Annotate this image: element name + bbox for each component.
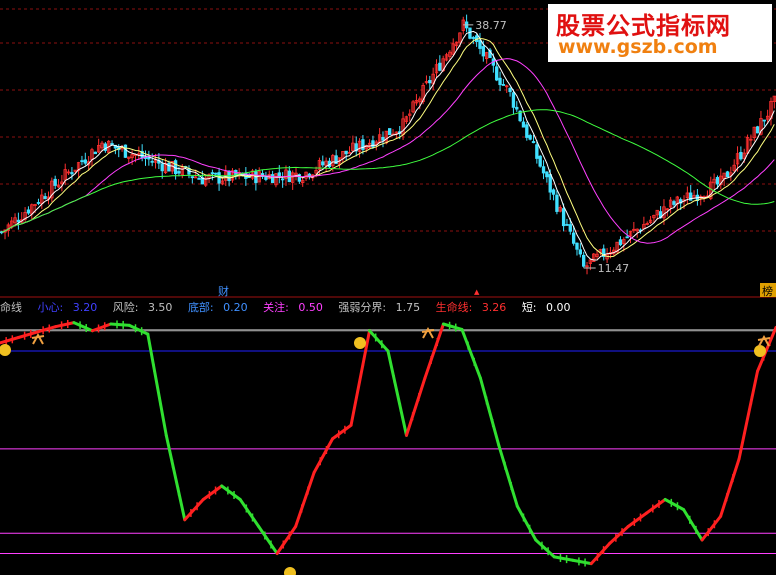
indicator-segment — [386, 349, 408, 437]
signal-face-icon — [754, 345, 766, 357]
legend-value: 0.00 — [546, 301, 571, 314]
indicator-segment — [238, 498, 261, 528]
indicator-segment — [571, 558, 593, 566]
indicator-segment — [201, 484, 224, 501]
indicator-segment — [109, 322, 131, 327]
indicator-segment — [497, 444, 519, 508]
indicator-segment — [275, 525, 298, 555]
legend-label: 强弱分界: — [338, 301, 387, 314]
signal-face-icon — [0, 344, 11, 356]
indicator-segment — [146, 332, 168, 437]
indicator-legend: 命线 小心: 3.20 风险: 3.50 底部: 0.20 关注: 0.50 强… — [0, 299, 583, 315]
indicator-segment — [682, 508, 704, 542]
legend-item-guanzhu: 关注: 0.50 — [263, 301, 329, 314]
legend-value: 3.26 — [481, 301, 507, 314]
legend-item-dibu: 底部: 0.20 — [188, 301, 254, 314]
legend-value: 0.20 — [223, 301, 248, 314]
legend-item-mingxian: 命线 — [0, 301, 28, 314]
indicator-segment — [534, 538, 556, 559]
legend-label: 底部: — [187, 301, 214, 314]
watermark-url: www.gszb.com — [558, 36, 718, 58]
legend-label: 命线 — [0, 301, 22, 314]
indicator-chart — [0, 320, 776, 575]
legend-value: 1.75 — [395, 301, 421, 314]
legend-value: 3.20 — [72, 301, 98, 314]
indicator-segment — [53, 321, 76, 329]
legend-label: 短: — [521, 301, 537, 314]
indicator-segment — [183, 498, 205, 522]
legend-item-xiaoxin: 小心: 3.20 — [38, 301, 104, 314]
legend-item-duan: 短: 0.00 — [522, 301, 577, 314]
indicator-segment — [719, 457, 741, 518]
legend-item-fengxian: 风险: 3.50 — [113, 301, 179, 314]
legend-item-qiangruo: 强弱分界: 1.75 — [338, 301, 426, 314]
indicator-segment — [441, 322, 464, 331]
signal-face-icon — [284, 567, 296, 575]
legend-value: 3.50 — [147, 301, 173, 314]
legend-label: 关注: — [263, 301, 289, 314]
chart-stage: 38.77 11.47 财 ▲ 榜 命线 小心: 3.20 风险: 3.50 底部: 0… — [0, 0, 776, 575]
indicator-segment — [626, 511, 649, 528]
indicator-segment — [645, 498, 667, 515]
indicator-segment — [663, 498, 686, 512]
indicator-segment — [478, 376, 501, 447]
legend-label: 小心: — [37, 301, 64, 314]
indicator-segment — [608, 525, 630, 545]
indicator-segment — [257, 525, 279, 555]
indicator-segment — [294, 471, 316, 528]
legend-label: 风险: — [112, 301, 139, 314]
indicator-segment — [737, 369, 760, 461]
indicator-segment — [700, 514, 723, 542]
watermark-logo: 股票公式指标网 www.gszb.com — [548, 4, 772, 62]
indicator-segment — [220, 484, 242, 501]
indicator-segment — [164, 433, 187, 522]
indicator-segment — [0, 336, 20, 345]
legend-item-shengming: 生命线: 3.26 — [436, 301, 513, 314]
indicator-segment — [515, 504, 538, 542]
indicator-segment — [331, 423, 353, 441]
indicator-segment — [312, 437, 335, 474]
indicator-segment — [368, 329, 390, 353]
legend-value: 0.50 — [298, 301, 323, 314]
indicator-segment — [460, 327, 482, 380]
legend-label: 生命线: — [435, 301, 473, 314]
indicator-segment — [404, 376, 427, 437]
signal-face-icon — [354, 337, 366, 349]
signal-runner-icon — [31, 332, 45, 345]
signal-runner-icon — [757, 334, 771, 347]
indicator-segment — [552, 555, 575, 562]
